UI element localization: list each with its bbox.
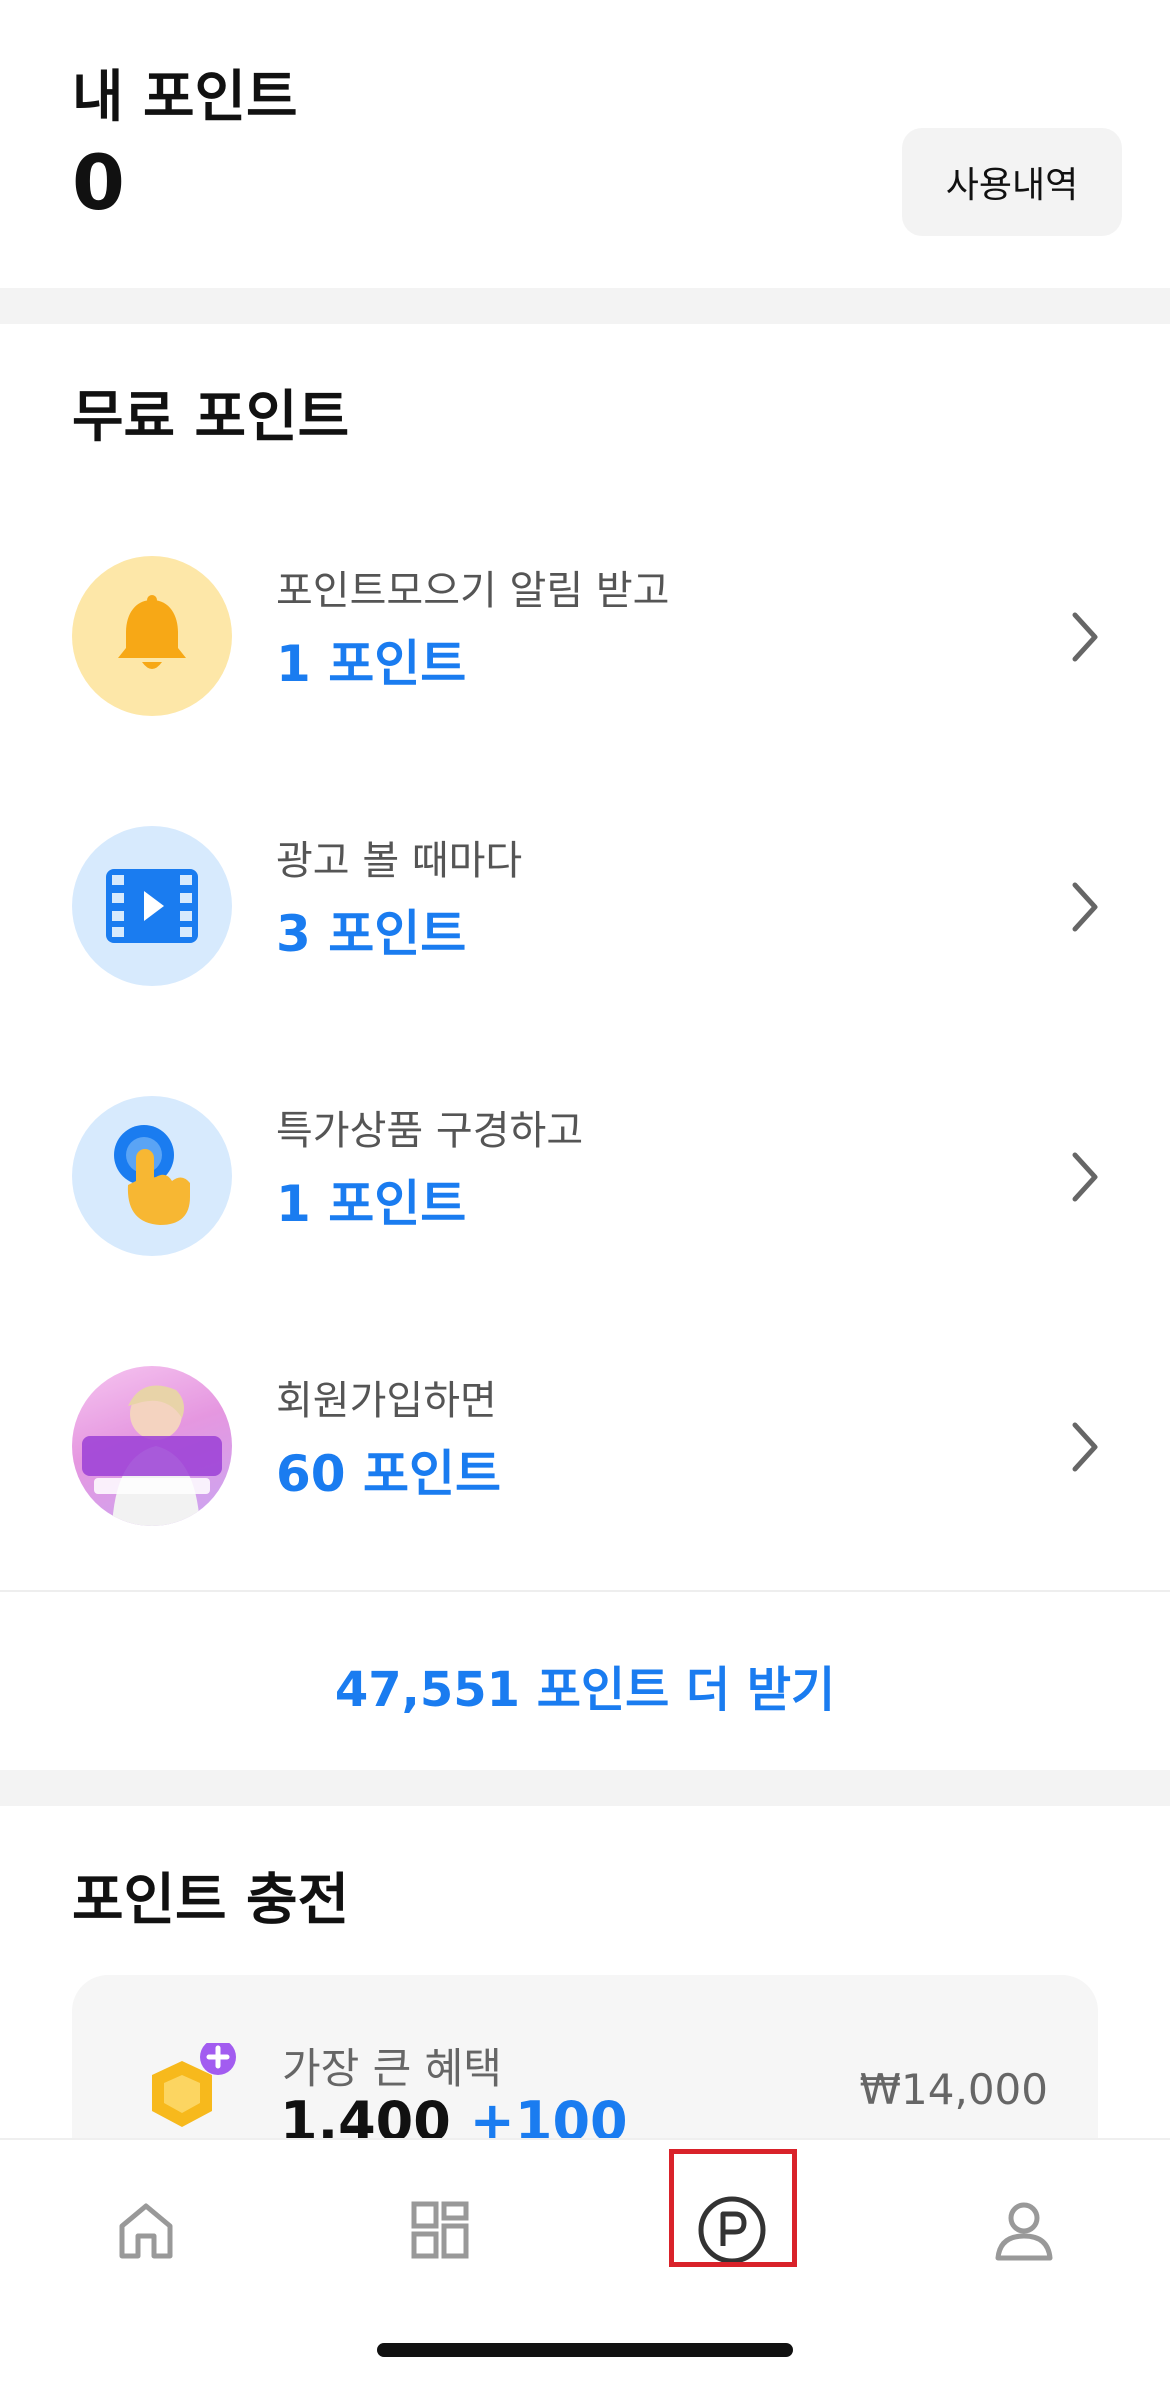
grid-icon (411, 2201, 469, 2259)
item-title: 광고 볼 때마다 (276, 838, 523, 884)
free-point-item-ad[interactable]: 광고 볼 때마다 3 포인트 (0, 792, 1170, 992)
item-title: 회원가입하면 (276, 1378, 497, 1424)
chevron-right-icon (1072, 612, 1098, 662)
more-points-link[interactable]: 47,551 포인트 더 받기 (0, 1650, 1170, 1720)
item-title: 특가상품 구경하고 (276, 1108, 584, 1154)
tab-categories[interactable] (380, 2170, 500, 2290)
bell-icon (72, 556, 232, 716)
item-reward: 1 포인트 (276, 1175, 467, 1233)
home-indicator (377, 2343, 793, 2357)
video-icon (72, 826, 232, 986)
promo-image (72, 1366, 232, 1526)
chevron-right-icon (1072, 1422, 1098, 1472)
item-title: 포인트모으기 알림 받고 (276, 568, 670, 614)
free-point-item-notification[interactable]: 포인트모으기 알림 받고 1 포인트 (0, 522, 1170, 722)
free-point-item-deals[interactable]: 특가상품 구경하고 1 포인트 (0, 1062, 1170, 1262)
list-divider (0, 1590, 1170, 1592)
points-balance: 0 (72, 138, 125, 227)
free-point-item-signup[interactable]: 회원가입하면 60 포인트 (0, 1332, 1170, 1532)
tap-icon (72, 1096, 232, 1256)
item-reward: 3 포인트 (276, 905, 467, 963)
charge-price: ₩14,000 (859, 2065, 1049, 2114)
free-points-title: 무료 포인트 (72, 385, 350, 450)
chevron-right-icon (1072, 1152, 1098, 1202)
tab-home[interactable] (86, 2170, 206, 2290)
my-points-title: 내 포인트 (72, 65, 298, 130)
usage-history-button[interactable]: 사용내역 (902, 128, 1122, 236)
charge-title: 포인트 충전 (72, 1868, 350, 1933)
section-divider (0, 1770, 1170, 1806)
chevron-right-icon (1072, 882, 1098, 932)
item-reward: 1 포인트 (276, 635, 467, 693)
coin-plus-icon (142, 2039, 238, 2139)
profile-icon (995, 2202, 1053, 2261)
item-reward: 60 포인트 (276, 1445, 501, 1503)
selected-tab-highlight (669, 2149, 797, 2267)
tab-my[interactable] (964, 2170, 1084, 2290)
home-icon (119, 2203, 173, 2259)
points-header: 내 포인트 0 사용내역 (0, 0, 1170, 288)
section-divider (0, 288, 1170, 324)
charge-label: 가장 큰 혜택 (282, 2044, 502, 2093)
